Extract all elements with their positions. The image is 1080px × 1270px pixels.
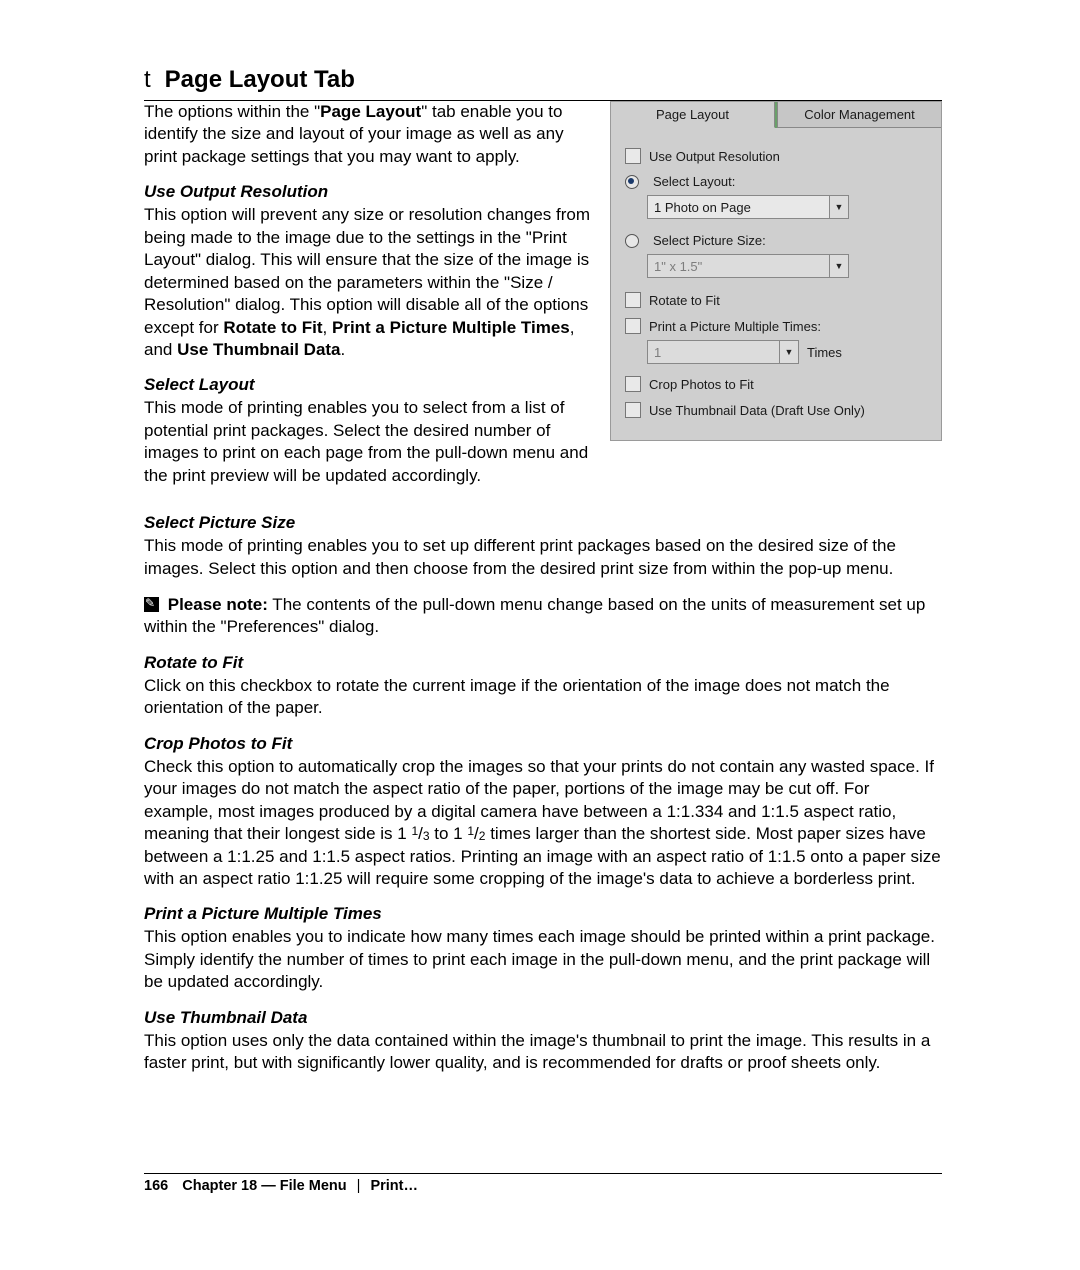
note-lead: Please note: <box>168 595 268 614</box>
dropdown-select-layout-value: 1 Photo on Page <box>648 200 829 215</box>
radio-select-layout[interactable] <box>625 175 639 189</box>
page-number: 166 <box>144 1178 168 1194</box>
label-thumb: Use Thumbnail Data (Draft Use Only) <box>649 403 865 418</box>
checkbox-use-output[interactable] <box>625 148 641 164</box>
page-footer: 166 Chapter 18 — File Menu | Print… <box>144 1173 942 1194</box>
subhead-rotate: Rotate to Fit <box>144 653 942 673</box>
intro-paragraph: The options within the "Page Layout" tab… <box>144 101 598 168</box>
label-multi: Print a Picture Multiple Times: <box>649 319 821 334</box>
section-label: Print… <box>370 1178 418 1194</box>
dropdown-select-size[interactable]: 1" x 1.5" <box>647 254 849 278</box>
para-crop: Check this option to automatically crop … <box>144 756 942 891</box>
footer-rule <box>144 1173 942 1174</box>
subhead-thumb: Use Thumbnail Data <box>144 1008 942 1028</box>
page-title: t Page Layout Tab <box>144 66 942 94</box>
dropdown-select-size-value: 1" x 1.5" <box>648 259 829 274</box>
para-rotate: Click on this checkbox to rotate the cur… <box>144 675 942 720</box>
note: Please note: The contents of the pull-do… <box>144 594 942 639</box>
spin-multi-times[interactable]: 1 <box>647 340 799 364</box>
checkbox-multi[interactable] <box>625 318 641 334</box>
dropdown-select-layout[interactable]: 1 Photo on Page <box>647 195 849 219</box>
note-icon <box>144 597 159 612</box>
subhead-select-size: Select Picture Size <box>144 513 942 533</box>
chevron-down-icon[interactable] <box>779 341 798 363</box>
title-prefix: t <box>144 66 151 93</box>
chevron-down-icon[interactable] <box>829 255 848 277</box>
tab-color-management[interactable]: Color Management <box>777 102 941 128</box>
label-times: Times <box>807 345 842 360</box>
para-select-size: This mode of printing enables you to set… <box>144 535 942 580</box>
label-crop: Crop Photos to Fit <box>649 377 754 392</box>
para-thumb: This option uses only the data contained… <box>144 1030 942 1075</box>
para-use-output: This option will prevent any size or res… <box>144 204 598 361</box>
label-select-layout: Select Layout: <box>653 174 735 189</box>
subhead-use-output: Use Output Resolution <box>144 182 598 202</box>
chapter-label: Chapter 18 — File Menu <box>182 1178 346 1194</box>
subhead-crop: Crop Photos to Fit <box>144 734 942 754</box>
para-multi: This option enables you to indicate how … <box>144 926 942 993</box>
label-use-output: Use Output Resolution <box>649 149 780 164</box>
title-text: Page Layout Tab <box>165 66 355 93</box>
radio-select-size[interactable] <box>625 234 639 248</box>
checkbox-crop[interactable] <box>625 376 641 392</box>
page-layout-panel: Page Layout Color Management Use Output … <box>610 101 942 441</box>
checkbox-thumb[interactable] <box>625 402 641 418</box>
label-rotate: Rotate to Fit <box>649 293 720 308</box>
label-select-size: Select Picture Size: <box>653 233 766 248</box>
subhead-multi: Print a Picture Multiple Times <box>144 904 942 924</box>
checkbox-rotate[interactable] <box>625 292 641 308</box>
chevron-down-icon[interactable] <box>829 196 848 218</box>
subhead-select-layout: Select Layout <box>144 375 598 395</box>
panel-tabs: Page Layout Color Management <box>611 102 941 128</box>
spin-multi-value: 1 <box>648 345 779 360</box>
para-select-layout: This mode of printing enables you to sel… <box>144 397 598 487</box>
tab-page-layout[interactable]: Page Layout <box>611 102 775 128</box>
